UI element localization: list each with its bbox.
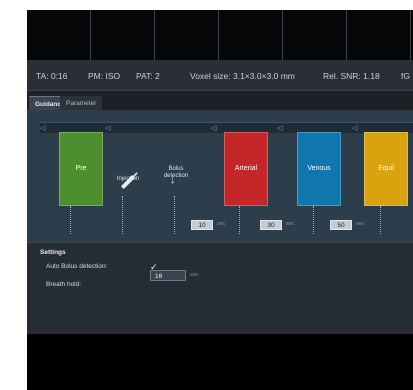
pm-readout: PM: ISO [88,71,121,81]
thumbnail-2[interactable] [91,10,155,60]
snr-readout: Rel. SNR: 1.18 [323,71,380,81]
phase-marker-line [313,206,314,234]
thumbnail-5[interactable] [283,10,347,60]
voxel-size-readout: Voxel size: 3.1×3.0×3.0 mm [190,71,295,81]
phase-arterial[interactable]: Arterial [224,132,268,206]
phase-pre-label: Pre [75,165,87,172]
phase-pre[interactable]: Pre [59,132,103,206]
chevron-left-icon[interactable]: ◁ [277,124,282,132]
delay-arterial-unit: sec [217,221,226,227]
breath-hold-label: Breath hold: [46,281,82,288]
auto-bolus-label: Auto Bolus detection: [46,263,108,270]
pat-readout: PAT: 2 [136,71,160,81]
delay-equil-input[interactable]: 50 [330,220,352,230]
cut-readout: fG [401,71,410,81]
chevron-left-icon[interactable]: ◁ [352,124,357,132]
chevron-left-icon[interactable]: ◁ [105,124,110,132]
bolus-marker-line [174,196,175,234]
injection-marker-line [122,196,123,234]
arrow-down-icon: ↓ [170,174,176,186]
tab-parameter[interactable]: Parameter [60,96,103,111]
thumbnail-4[interactable] [219,10,283,60]
tab-bar: Guidance Parameter [27,90,413,111]
phase-marker-line [380,206,381,234]
breath-hold-input[interactable]: 16 [150,270,186,281]
phase-equil-label: Equil [378,165,394,172]
bolus-detection-label-line1: Bolus [168,166,184,172]
delay-venous-unit: sec [286,221,295,227]
phase-equil[interactable]: Equil [364,132,408,206]
thumbnail-1[interactable] [27,10,91,60]
chevron-left-icon[interactable]: ◁ [40,124,45,132]
phase-venous[interactable]: Venous [297,132,341,206]
delay-equil-unit: sec [356,221,365,227]
phase-marker-line [239,206,240,234]
protocol-info-bar: TA: 0:16 PM: ISO PAT: 2 Voxel size: 3.1×… [27,60,413,90]
ta-readout: TA: 0:16 [36,71,68,81]
thumbnail-3[interactable] [155,10,219,60]
delay-venous-input[interactable]: 30 [260,220,282,230]
settings-panel: Settings Auto Bolus detection: Breath ho… [27,242,413,335]
thumbnail-strip [27,10,413,61]
phase-venous-label: Venous [307,165,331,172]
scanner-window: TA: 0:16 PM: ISO PAT: 2 Voxel size: 3.1×… [27,10,413,390]
chevron-left-icon[interactable]: ◁ [211,124,216,132]
guidance-panel: ◁ ◁ ◁ ◁ ◁ Pre Arterial Venous Equil Inje… [27,110,413,242]
breath-hold-unit: sec [190,272,199,278]
bottom-panel [27,334,413,390]
phase-arterial-label: Arterial [234,165,258,172]
delay-arterial-input[interactable]: 10 [191,220,213,230]
phase-marker-line [70,206,71,234]
settings-title: Settings [40,249,66,256]
thumbnail-6[interactable] [347,10,411,60]
